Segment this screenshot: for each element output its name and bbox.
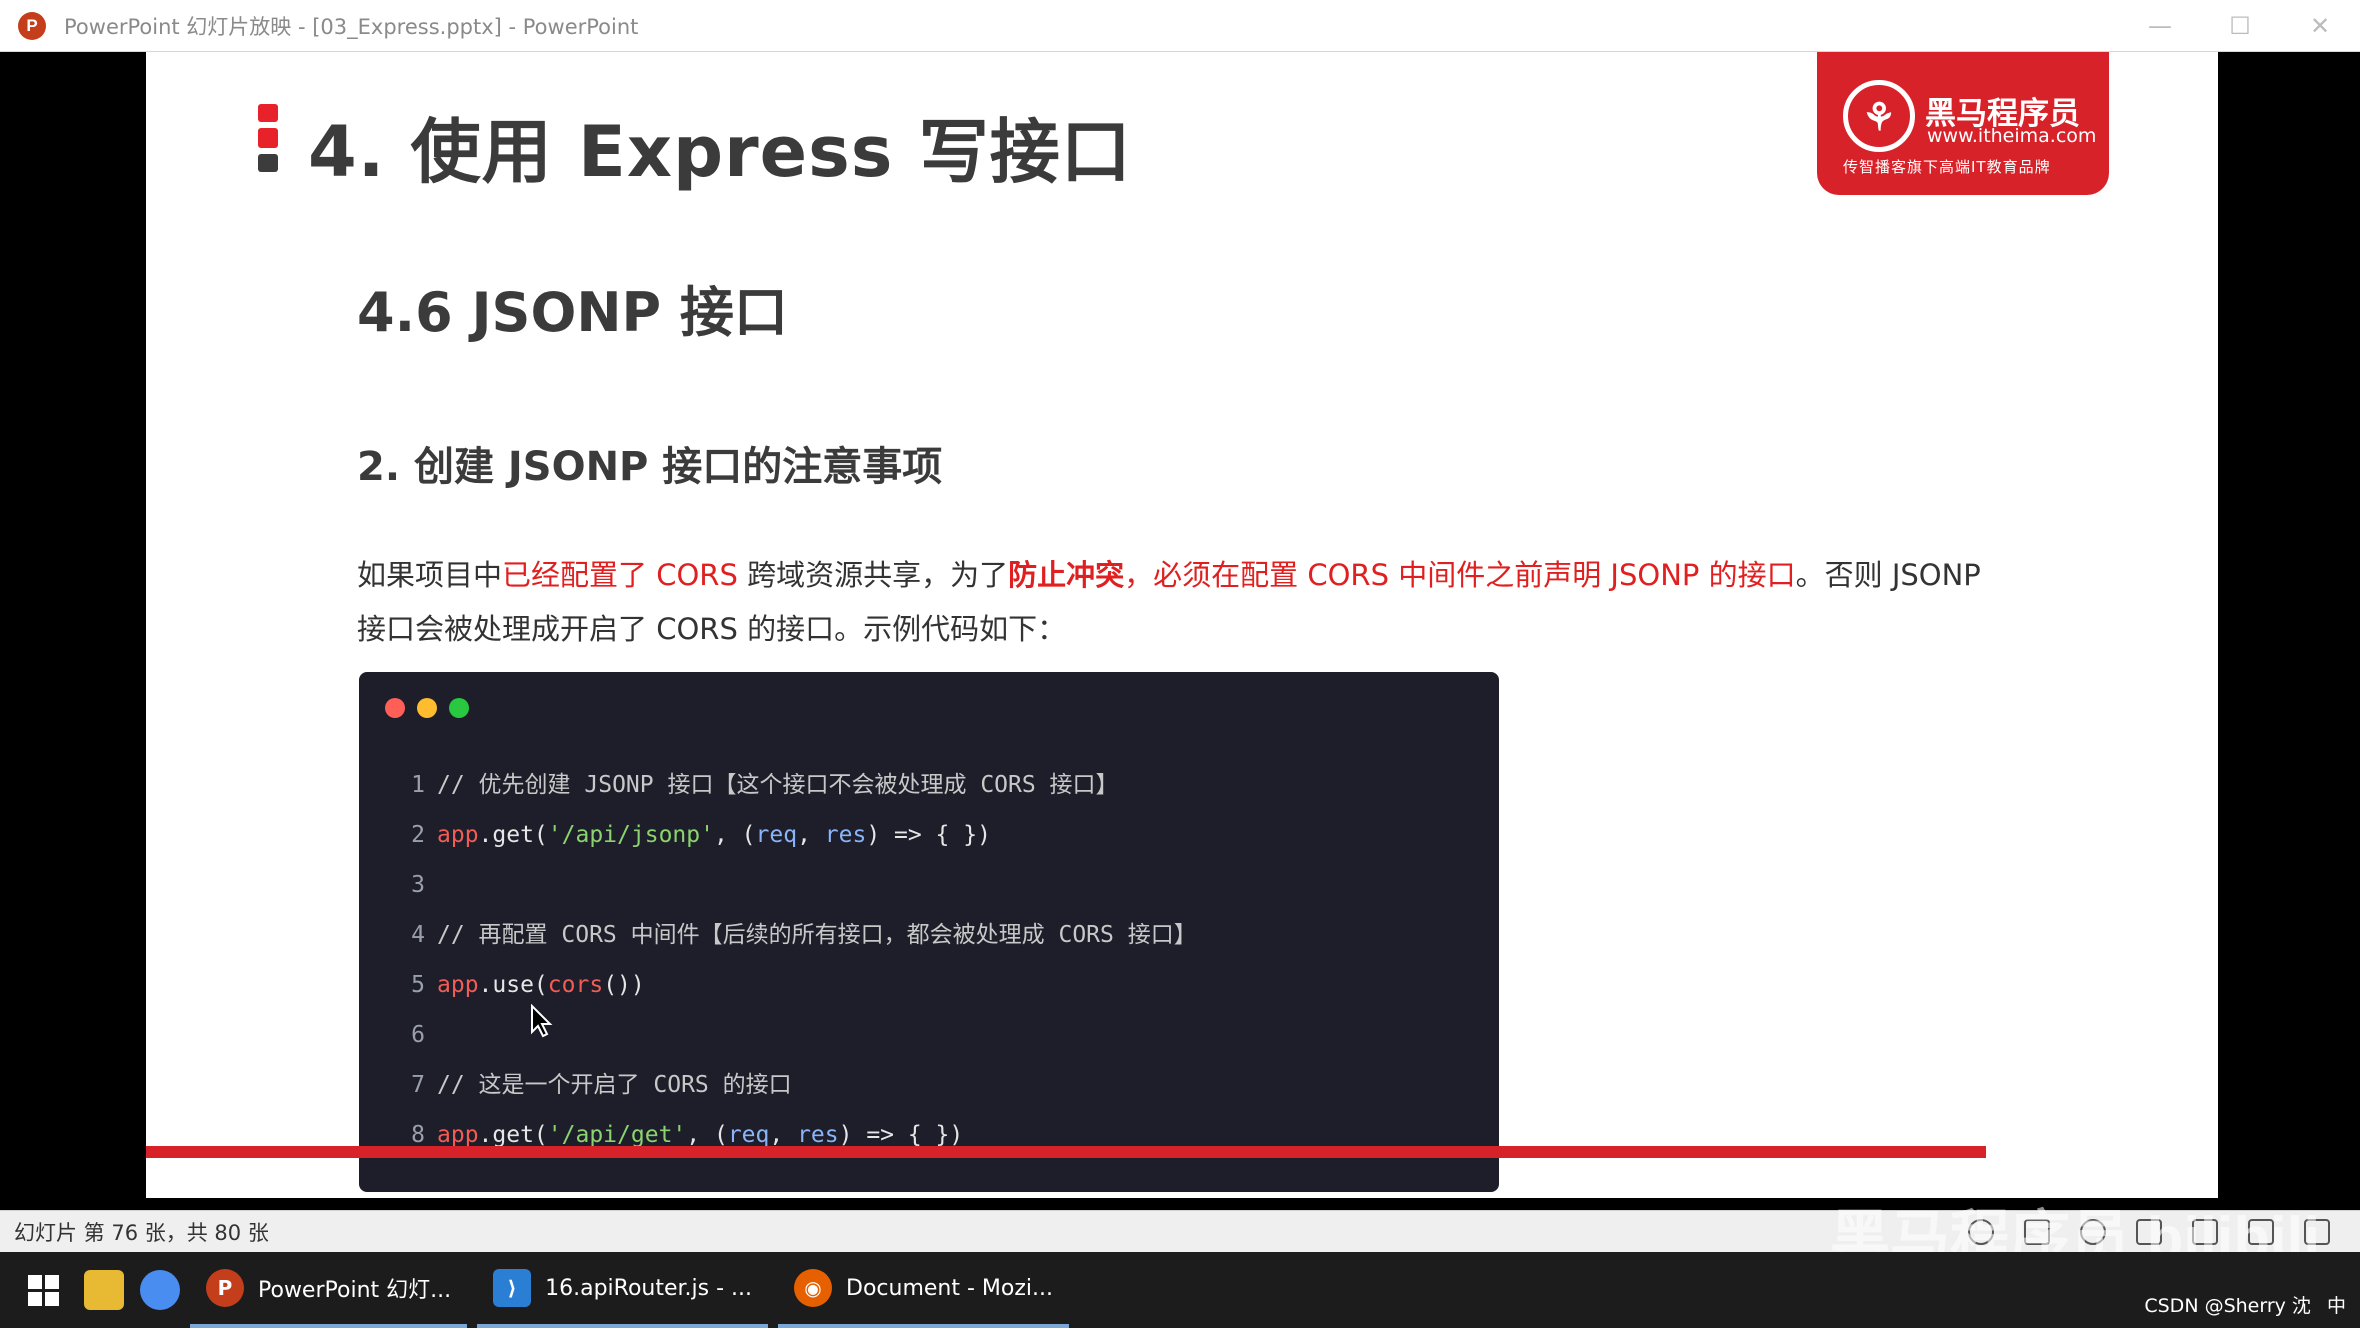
line-number: 1 bbox=[411, 772, 425, 798]
line-number: 7 bbox=[411, 1072, 425, 1098]
window-controls: — ☐ ✕ bbox=[2120, 0, 2360, 52]
code-line: 3 bbox=[395, 860, 1197, 910]
slide[interactable]: 4. 使用 Express 写接口 ⚘ 黑马程序员 www.itheima.co… bbox=[146, 52, 2218, 1198]
taskbar-app-label: Document - Mozi... bbox=[846, 1275, 1054, 1301]
code-token: .get( bbox=[478, 822, 548, 848]
footer-red-strip bbox=[146, 1146, 1986, 1158]
green-dot-icon bbox=[449, 698, 469, 718]
code-token: app bbox=[437, 972, 479, 998]
slide-counter: 幻灯片 第 76 张，共 80 张 bbox=[14, 1220, 269, 1245]
file-explorer-icon[interactable] bbox=[84, 1270, 124, 1310]
code-token: ) => { }) bbox=[866, 822, 991, 848]
yellow-dot-icon bbox=[417, 698, 437, 718]
code-token: cors bbox=[547, 972, 604, 998]
window-titlebar: P PowerPoint 幻灯片放映 - [03_Express.pptx] -… bbox=[0, 0, 2360, 52]
minimize-button[interactable]: — bbox=[2120, 0, 2200, 52]
code-token: app bbox=[437, 822, 479, 848]
chrome-icon[interactable] bbox=[140, 1270, 180, 1310]
line-number: 2 bbox=[411, 822, 425, 848]
title-marker-icon bbox=[258, 104, 278, 174]
tray-label: CSDN @Sherry 沈 bbox=[2144, 1295, 2311, 1317]
code-line: 6 bbox=[395, 1010, 1197, 1060]
window-dots bbox=[385, 698, 469, 718]
code-param: res bbox=[824, 822, 867, 848]
taskbar-app-firefox[interactable]: ◉ Document - Mozi... bbox=[778, 1252, 1070, 1328]
para-text: 如果项目中 bbox=[357, 558, 503, 592]
taskbar: P PowerPoint 幻灯... ⟩ 16.apiRouter.js - .… bbox=[0, 1252, 2360, 1328]
close-button[interactable]: ✕ bbox=[2280, 0, 2360, 52]
para-highlight: 已经配置了 CORS bbox=[502, 558, 738, 592]
slide-title: 4. 使用 Express 写接口 bbox=[308, 111, 1132, 193]
code-param: req bbox=[755, 822, 798, 848]
windows-start-icon[interactable] bbox=[18, 1265, 68, 1315]
taskbar-app-powerpoint[interactable]: P PowerPoint 幻灯... bbox=[190, 1252, 468, 1328]
maximize-button[interactable]: ☐ bbox=[2200, 0, 2280, 52]
vscode-icon: ⟩ bbox=[493, 1269, 532, 1307]
logo-slogan: 传智播客旗下高端IT教育品牌 bbox=[1843, 158, 2051, 176]
section-title: 4.6 JSONP 接口 bbox=[357, 281, 788, 344]
logo-url: www.itheima.com bbox=[1927, 125, 2097, 147]
para-text: ， bbox=[1124, 558, 1154, 592]
slideshow-stage[interactable]: 4. 使用 Express 写接口 ⚘ 黑马程序员 www.itheima.co… bbox=[0, 52, 2360, 1198]
mouse-cursor-icon bbox=[531, 1004, 553, 1038]
para-highlight: 必须在配置 CORS 中间件之前声明 JSONP 的接口 bbox=[1153, 558, 1796, 592]
code-window: 1// 优先创建 JSONP 接口【这个接口不会被处理成 CORS 接口】 2a… bbox=[359, 672, 1499, 1192]
code-line: 4 // 再配置 CORS 中间件【后续的所有接口，都会被处理成 CORS 接口】 bbox=[395, 910, 1197, 960]
code-line: 2 app .get('/api/jsonp', (req, res) => { }… bbox=[395, 810, 1197, 860]
sub-title: 2. 创建 JSONP 接口的注意事项 bbox=[357, 444, 943, 490]
firefox-icon: ◉ bbox=[794, 1269, 833, 1307]
horse-logo-icon: ⚘ bbox=[1843, 80, 1915, 152]
line-number: 3 bbox=[411, 872, 425, 898]
code-line: 5 app .use(cors()) bbox=[395, 960, 1197, 1010]
code-block: 1// 优先创建 JSONP 接口【这个接口不会被处理成 CORS 接口】 2a… bbox=[395, 760, 1197, 1160]
window-title: PowerPoint 幻灯片放映 - [03_Express.pptx] - P… bbox=[64, 14, 639, 39]
code-token: .use( bbox=[478, 972, 548, 998]
taskbar-app-vscode[interactable]: ⟩ 16.apiRouter.js - ... bbox=[477, 1252, 769, 1328]
taskbar-app-label: 16.apiRouter.js - ... bbox=[545, 1275, 753, 1301]
system-tray: CSDN @Sherry 沈 中 bbox=[2144, 1291, 2346, 1318]
code-token: , bbox=[797, 822, 825, 848]
powerpoint-icon: P bbox=[206, 1269, 244, 1307]
code-line: 1 // 优先创建 JSONP 接口【这个接口不会被处理成 CORS 接口】 bbox=[395, 760, 1197, 810]
body-paragraph: 如果项目中已经配置了 CORS 跨域资源共享，为了防止冲突，必须在配置 CORS… bbox=[357, 548, 1997, 656]
brand-logo: ⚘ 黑马程序员 www.itheima.com 传智播客旗下高端IT教育品牌 bbox=[1817, 52, 2109, 195]
ime-indicator[interactable]: 中 bbox=[2327, 1295, 2346, 1317]
code-comment: // 再配置 CORS 中间件【后续的所有接口，都会被处理成 CORS 接口】 bbox=[437, 922, 1197, 948]
code-token: , ( bbox=[713, 822, 756, 848]
line-number: 5 bbox=[411, 972, 425, 998]
powerpoint-icon: P bbox=[18, 11, 46, 40]
red-dot-icon bbox=[385, 698, 405, 718]
line-number: 4 bbox=[411, 922, 425, 948]
para-text: 跨域资源共享，为了 bbox=[737, 558, 1009, 592]
code-token: ()) bbox=[603, 972, 645, 998]
code-comment: // 优先创建 JSONP 接口【这个接口不会被处理成 CORS 接口】 bbox=[437, 772, 1119, 798]
code-line: 7 // 这是一个开启了 CORS 的接口 bbox=[395, 1060, 1197, 1110]
para-highlight-bold: 防止冲突 bbox=[1008, 558, 1125, 592]
code-string: '/api/jsonp' bbox=[547, 822, 714, 848]
code-comment: // 这是一个开启了 CORS 的接口 bbox=[437, 1072, 792, 1098]
taskbar-app-label: PowerPoint 幻灯... bbox=[258, 1278, 452, 1303]
line-number: 6 bbox=[411, 1022, 425, 1048]
